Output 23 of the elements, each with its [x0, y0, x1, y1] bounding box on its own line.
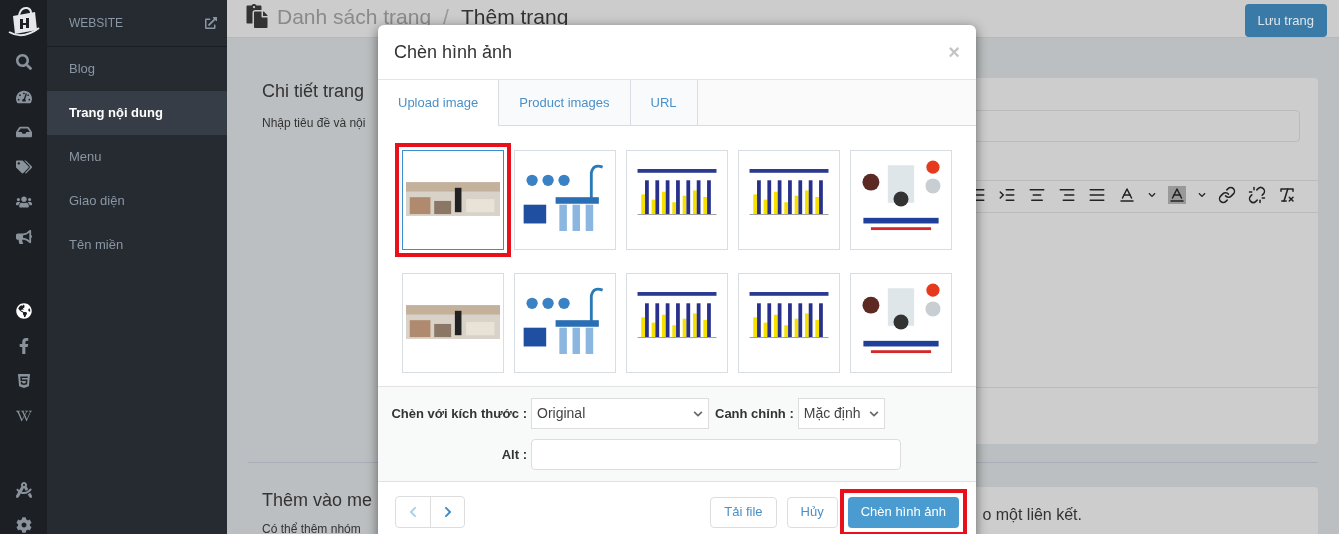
sidebar-item[interactable]: Menu [47, 135, 227, 179]
sidebar-item[interactable]: Tên miền [47, 223, 227, 267]
section-description: Nhập tiêu đề và nội [262, 115, 366, 132]
save-button[interactable]: Lưu trang [1244, 4, 1327, 37]
sidebar-item[interactable]: Giao diện [47, 179, 227, 223]
sidebar-title: WEBSITE [69, 15, 123, 32]
menu-hint: o một liên kết. [982, 505, 1082, 525]
alt-label: Alt : [500, 445, 527, 464]
size-select[interactable]: Original [531, 398, 709, 429]
breadcrumb-separator: / [443, 5, 449, 27]
section-title: Chi tiết trang [262, 80, 365, 103]
section-description: Có thể thêm nhóm [262, 521, 361, 534]
dialog-title: Chèn hình ảnh [394, 40, 513, 64]
dialog-button[interactable]: Tải file [710, 496, 777, 528]
sidebar-item[interactable]: Blog [47, 47, 227, 91]
dialog-button[interactable]: Chèn hình ảnh [847, 496, 959, 528]
align-label: Canh chỉnh : [715, 404, 794, 423]
section-title: Thêm vào me [262, 489, 373, 512]
sidebar-item[interactable]: Trang nội dung [47, 91, 227, 135]
dialog-button[interactable]: Hủy [786, 496, 838, 528]
dialog-tab[interactable]: Upload image [378, 80, 500, 126]
align-select[interactable]: Mặc định [797, 398, 885, 429]
size-label: Chèn với kích thước : [390, 404, 527, 423]
